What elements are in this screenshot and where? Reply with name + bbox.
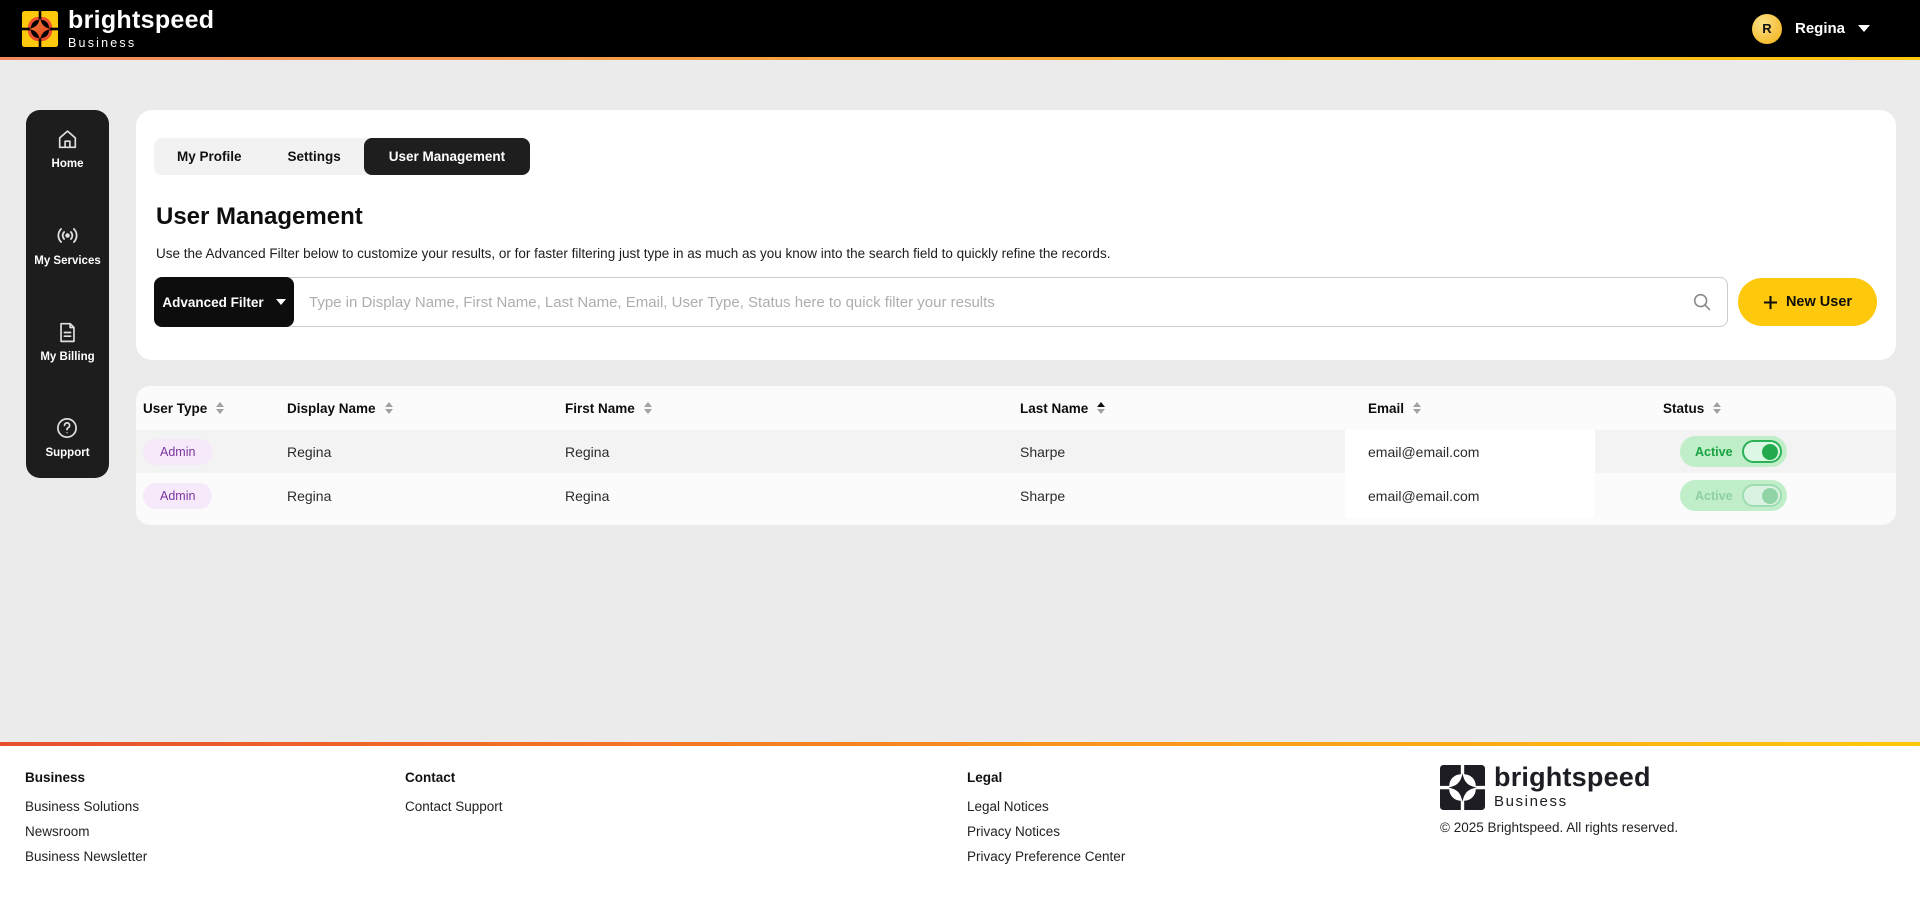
last-name-cell: Sharpe bbox=[1020, 487, 1066, 504]
advanced-filter-button[interactable]: Advanced Filter bbox=[154, 277, 294, 327]
sort-icon bbox=[1413, 402, 1422, 414]
home-icon bbox=[58, 130, 77, 149]
user-name: Regina bbox=[1794, 20, 1845, 37]
footer-column-legal: Legal Legal Notices Privacy Notices Priv… bbox=[967, 770, 1125, 869]
advanced-filter-label: Advanced Filter bbox=[162, 294, 264, 310]
footer-link-business-newsletter[interactable]: Business Newsletter bbox=[25, 844, 147, 869]
tab-settings[interactable]: Settings bbox=[265, 138, 364, 175]
search-wrap: Advanced Filter bbox=[154, 277, 1728, 327]
first-name-cell: Regina bbox=[565, 487, 610, 504]
sort-icon bbox=[384, 402, 393, 414]
page-title: User Management bbox=[156, 203, 363, 230]
copyright-text: © 2025 Brightspeed. All rights reserved. bbox=[1440, 820, 1679, 835]
user-type-badge: Admin bbox=[143, 482, 213, 509]
column-header-last-name[interactable]: Last Name bbox=[1020, 401, 1345, 416]
user-menu[interactable]: R Regina bbox=[1751, 13, 1870, 44]
broadcast-icon bbox=[57, 228, 78, 244]
display-name-cell: Regina bbox=[287, 443, 332, 460]
footer-link-legal-notices[interactable]: Legal Notices bbox=[967, 794, 1125, 819]
user-table: User Type Display Name First Name Last N… bbox=[136, 386, 1896, 525]
footer-link-privacy-notices[interactable]: Privacy Notices bbox=[967, 819, 1125, 844]
column-header-status[interactable]: Status bbox=[1595, 401, 1896, 416]
status-toggle[interactable]: Active bbox=[1680, 436, 1787, 467]
footer-link-newsroom[interactable]: Newsroom bbox=[25, 819, 147, 844]
footer-brand-subtitle: Business bbox=[1494, 793, 1568, 810]
display-name-cell: Regina bbox=[287, 487, 332, 504]
last-name-cell: Sharpe bbox=[1020, 443, 1066, 460]
brand-name: brightspeed bbox=[68, 5, 215, 34]
sidebar-item-label: Home bbox=[51, 158, 84, 170]
brand-subtitle: Business bbox=[68, 35, 137, 50]
chevron-down-icon bbox=[1858, 25, 1870, 32]
footer-brand-name: brightspeed bbox=[1494, 762, 1651, 792]
table-row[interactable]: Admin Regina Regina Sharpe email@email.c… bbox=[136, 430, 1896, 473]
sidebar-item-label: Support bbox=[45, 446, 90, 459]
search-input[interactable] bbox=[154, 277, 1728, 327]
main-card: My Profile Settings User Management User… bbox=[136, 110, 1896, 360]
plus-icon bbox=[1763, 295, 1778, 309]
page-description: Use the Advanced Filter below to customi… bbox=[156, 246, 1111, 261]
sidebar: Home My Services My Billing Support bbox=[26, 110, 109, 478]
brand-logo: brightspeed Business bbox=[22, 5, 215, 50]
column-header-display-name[interactable]: Display Name bbox=[287, 401, 565, 416]
column-header-first-name[interactable]: First Name bbox=[565, 401, 1020, 416]
document-icon bbox=[60, 322, 75, 342]
footer-heading: Contact bbox=[405, 770, 456, 785]
header-accent-line bbox=[0, 57, 1920, 60]
sidebar-item-my-billing[interactable]: My Billing bbox=[40, 320, 95, 363]
sort-icon bbox=[216, 402, 225, 414]
first-name-cell: Regina bbox=[565, 443, 610, 460]
status-label: Active bbox=[1695, 444, 1733, 459]
question-circle-icon bbox=[57, 418, 78, 438]
top-header: brightspeed Business R Regina bbox=[0, 0, 1920, 57]
sidebar-item-my-services[interactable]: My Services bbox=[34, 222, 101, 267]
footer: Business Business Solutions Newsroom Bus… bbox=[0, 746, 1920, 911]
sidebar-item-support[interactable]: Support bbox=[45, 415, 90, 459]
footer-heading: Business bbox=[25, 770, 86, 785]
tab-bar: My Profile Settings User Management bbox=[154, 138, 531, 175]
filter-row: Advanced Filter New User bbox=[154, 277, 1877, 327]
toggle-switch-icon bbox=[1741, 440, 1782, 463]
email-cell: email@email.com bbox=[1345, 430, 1595, 473]
status-toggle[interactable]: Active bbox=[1680, 480, 1787, 511]
footer-heading: Legal bbox=[967, 770, 1003, 785]
toggle-switch-icon bbox=[1741, 484, 1782, 507]
footer-link-privacy-preference-center[interactable]: Privacy Preference Center bbox=[967, 844, 1125, 869]
tab-my-profile[interactable]: My Profile bbox=[154, 138, 265, 175]
footer-column-business: Business Business Solutions Newsroom Bus… bbox=[25, 770, 147, 869]
table-header-row: User Type Display Name First Name Last N… bbox=[136, 386, 1896, 430]
footer-brand: brightspeed Business © 2025 Brightspeed.… bbox=[1440, 764, 1678, 835]
sidebar-item-label: My Billing bbox=[40, 350, 95, 363]
sidebar-item-label: My Services bbox=[34, 255, 101, 268]
new-user-label: New User bbox=[1785, 294, 1853, 310]
email-cell: email@email.com bbox=[1345, 473, 1595, 518]
brightspeed-logo-icon bbox=[22, 10, 58, 47]
sort-icon-ascending-active bbox=[1097, 402, 1106, 414]
sidebar-item-home[interactable]: Home bbox=[51, 127, 84, 170]
sort-icon bbox=[643, 402, 652, 414]
brightspeed-logo-icon bbox=[1440, 764, 1485, 810]
table-row[interactable]: Admin Regina Regina Sharpe email@email.c… bbox=[136, 473, 1896, 518]
tab-user-management[interactable]: User Management bbox=[363, 138, 531, 175]
new-user-button[interactable]: New User bbox=[1738, 278, 1877, 326]
sort-icon bbox=[1713, 402, 1722, 414]
status-label: Active bbox=[1695, 488, 1733, 503]
avatar[interactable]: R bbox=[1751, 13, 1782, 44]
search-icon bbox=[1691, 291, 1713, 318]
footer-column-contact: Contact Contact Support bbox=[405, 770, 503, 819]
footer-link-business-solutions[interactable]: Business Solutions bbox=[25, 794, 147, 819]
column-header-user-type[interactable]: User Type bbox=[136, 401, 287, 416]
chevron-down-icon bbox=[275, 299, 286, 305]
column-header-email[interactable]: Email bbox=[1345, 401, 1595, 416]
footer-link-contact-support[interactable]: Contact Support bbox=[405, 794, 503, 819]
user-type-badge: Admin bbox=[143, 438, 213, 465]
